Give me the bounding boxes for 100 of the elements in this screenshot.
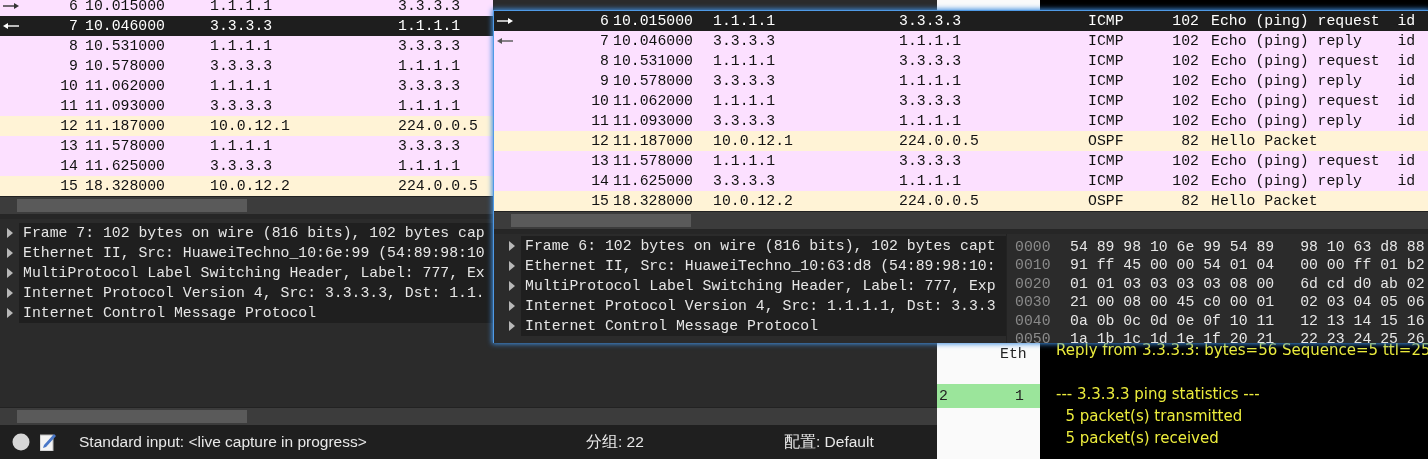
packet-row[interactable]: 10 11.062000 1.1.1.1 3.3.3.3 [0,76,493,96]
packet-destination: 3.3.3.3 [398,37,462,56]
packet-time: 11.062000 [84,77,166,96]
protocol-tree-item[interactable]: Frame 6: 102 bytes on wire (816 bits), 102 bytes capt [521,236,1006,256]
capture-file-status: Standard input: <live capture in progress> [79,433,368,451]
packet-number: 13 [590,152,609,171]
terminal-line: 5 packet(s) transmitted [1064,406,1244,427]
packet-number: 9 [68,57,78,76]
protocol-tree-item[interactable]: MultiProtocol Label Switching Header, Label: 777, Ex [19,263,493,283]
profile-label[interactable]: 配置: Default [784,431,874,453]
protocol-tree-item[interactable]: Frame 7: 102 bytes on wire (816 bits), 102 bytes cap [19,223,493,243]
hex-bytes: 01 01 03 03 03 03 08 00 [1070,274,1275,294]
packet-row[interactable]: 11 11.093000 3.3.3.3 1.1.1.1 [0,96,493,116]
edit-comment-icon[interactable] [40,433,57,451]
horizontal-scrollbar[interactable] [0,196,493,214]
packet-source: 1.1.1.1 [713,52,777,71]
protocol-tree-item[interactable]: Internet Control Message Protocol [521,316,1006,336]
packet-info: Echo (ping) request id [1210,52,1417,71]
hex-bytes: 0a 0b 0c 0d 0e 0f 10 11 [1070,311,1275,330]
packet-time: 10.015000 [612,12,694,31]
packet-source: 3.3.3.3 [713,72,777,91]
packet-source: 1.1.1.1 [210,137,274,156]
protocol-tree-item[interactable]: Internet Protocol Version 4, Src: 3.3.3.3, Dst: 1.1. [19,283,493,303]
packet-row[interactable]: 15 18.328000 10.0.12.2 224.0.0.5 OSPF 82 Hello Packet [494,191,1428,211]
packet-number: 12 [590,132,609,151]
packet-row[interactable]: 10 11.062000 1.1.1.1 3.3.3.3 ICMP 102 Echo (ping) request id [494,91,1428,111]
packet-row[interactable]: 13 11.578000 1.1.1.1 3.3.3.3 ICMP 102 Echo (ping) request id [494,151,1428,171]
packet-length: 102 [1171,32,1199,51]
packet-row[interactable]: 12 11.187000 10.0.12.1 224.0.0.5 [0,116,493,136]
packet-row[interactable]: 9 10.578000 3.3.3.3 1.1.1.1 ICMP 102 Echo (ping) reply id [494,71,1428,91]
packet-source: 1.1.1.1 [210,0,274,16]
packet-time: 10.578000 [612,72,694,91]
packet-source: 3.3.3.3 [210,17,274,36]
horizontal-scrollbar[interactable] [0,407,937,425]
packet-time: 10.046000 [612,32,694,51]
packet-destination: 3.3.3.3 [398,77,462,96]
packet-time: 11.187000 [84,117,166,136]
packet-source: 1.1.1.1 [713,152,777,171]
packet-destination: 3.3.3.3 [899,12,963,31]
packet-number: 14 [59,157,78,176]
packet-row[interactable]: 12 11.187000 10.0.12.1 224.0.0.5 OSPF 82 Hello Packet [494,131,1428,151]
packet-row[interactable]: 7 10.046000 3.3.3.3 1.1.1.1 [0,16,493,36]
packet-destination: 3.3.3.3 [899,92,963,111]
packet-number: 7 [68,17,78,36]
terminal-line: 5 packet(s) received [1064,428,1220,449]
packet-number: 9 [599,72,609,91]
packet-source: 3.3.3.3 [713,112,777,131]
packet-length: 82 [1180,192,1199,211]
hex-bytes: 12 13 14 15 16 [1300,311,1425,330]
hex-offset: 0020 [1015,274,1052,294]
packet-number: 11 [59,97,78,116]
packet-row[interactable]: 15 18.328000 10.0.12.2 224.0.0.5 [0,176,493,196]
protocol-tree-item[interactable]: Internet Control Message Protocol [19,303,493,323]
packet-info: Hello Packet [1210,192,1319,211]
packet-row[interactable]: 8 10.531000 1.1.1.1 3.3.3.3 ICMP 102 Echo (ping) request id [494,51,1428,71]
packet-length: 102 [1171,12,1199,31]
horizontal-scrollbar[interactable] [494,211,1428,229]
packet-row[interactable]: 6 10.015000 1.1.1.1 3.3.3.3 ICMP 102 Echo (ping) request id [494,11,1428,31]
protocol-tree-item[interactable]: Internet Protocol Version 4, Src: 1.1.1.1, Dst: 3.3.3 [521,296,1006,316]
packet-source: 10.0.12.1 [210,117,291,136]
hex-offset: 0040 [1015,311,1052,330]
packet-row[interactable]: 14 11.625000 3.3.3.3 1.1.1.1 ICMP 102 Echo (ping) reply id [494,171,1428,191]
packet-row[interactable]: 7 10.046000 3.3.3.3 1.1.1.1 ICMP 102 Echo (ping) reply id [494,31,1428,51]
protocol-tree-item[interactable]: Ethernet II, Src: HuaweiTechno_10:63:d8 (54:89:98:10: [521,256,1006,276]
packet-protocol: ICMP [1088,32,1125,51]
packet-info: Echo (ping) reply id [1210,72,1417,91]
packet-protocol: ICMP [1088,172,1125,191]
packet-time: 11.578000 [612,152,694,171]
packet-count: 分组: 22 [586,431,645,452]
packet-number: 6 [599,12,609,31]
packet-destination: 1.1.1.1 [899,32,963,51]
packet-source: 3.3.3.3 [210,97,274,116]
packet-time: 11.187000 [612,132,694,151]
packet-destination: 3.3.3.3 [398,137,462,156]
column-header: Eth [1000,345,1028,364]
packet-row[interactable]: 8 10.531000 1.1.1.1 3.3.3.3 [0,36,493,56]
packet-row[interactable]: 9 10.578000 3.3.3.3 1.1.1.1 [0,56,493,76]
packet-destination: 1.1.1.1 [398,57,462,76]
packet-destination: 1.1.1.1 [899,72,963,91]
packet-number: 13 [59,137,78,156]
hex-offset: 0010 [1015,256,1052,275]
hex-bytes: 98 10 63 d8 88 [1300,238,1425,257]
protocol-tree-item[interactable]: MultiProtocol Label Switching Header, Label: 777, Exp [521,276,1006,296]
packet-time: 11.625000 [612,172,694,191]
packet-number: 12 [59,117,78,136]
packet-row[interactable]: 14 11.625000 3.3.3.3 1.1.1.1 [0,156,493,176]
capture-status-icon[interactable] [12,433,30,451]
packet-number: 8 [68,37,78,56]
packet-row[interactable]: 6 10.015000 1.1.1.1 3.3.3.3 [0,0,493,16]
packet-protocol: ICMP [1088,52,1125,71]
hex-bytes: 6d cd d0 ab 02 [1300,274,1425,294]
hex-offset: 0000 [1015,238,1052,257]
packet-destination: 3.3.3.3 [899,52,963,71]
packet-protocol: ICMP [1088,12,1125,31]
hex-bytes: 21 00 08 00 45 c0 00 01 [1070,293,1275,312]
packet-row[interactable]: 13 11.578000 1.1.1.1 3.3.3.3 [0,136,493,156]
packet-row[interactable]: 11 11.093000 3.3.3.3 1.1.1.1 ICMP 102 Echo (ping) reply id [494,111,1428,131]
packet-number: 15 [590,192,609,211]
protocol-tree-item[interactable]: Ethernet II, Src: HuaweiTechno_10:6e:99 (54:89:98:10 [19,243,493,263]
packet-number: 6 [68,0,78,16]
